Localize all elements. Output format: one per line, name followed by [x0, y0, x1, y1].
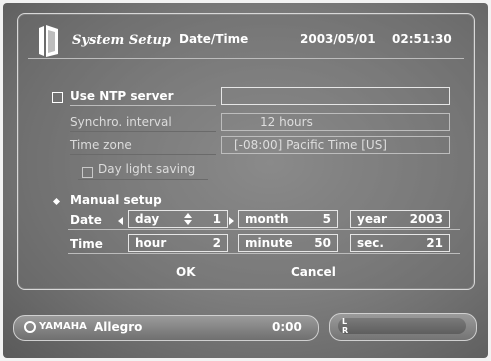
daylight-underline	[78, 179, 208, 180]
current-time: 02:51:30	[392, 32, 452, 46]
date-right-arrow-icon[interactable]	[229, 217, 234, 225]
timezone-underline	[70, 154, 216, 155]
date-label: Date	[70, 213, 102, 227]
month-field[interactable]: month 5	[238, 210, 338, 228]
synchro-underline	[70, 131, 216, 132]
day-field[interactable]: day 1	[128, 210, 228, 228]
daylight-saving-checkbox[interactable]	[82, 167, 93, 178]
cancel-button[interactable]: Cancel	[291, 265, 336, 279]
meter-left-label: L	[342, 317, 348, 326]
time-row-underline	[68, 253, 460, 254]
current-date: 2003/05/01	[300, 32, 376, 46]
year-field[interactable]: year 2003	[350, 210, 450, 228]
screen: System Setup Date/Time 2003/05/01 02:51:…	[3, 3, 488, 358]
now-playing-bar: YAMAHA Allegro 0:00	[13, 315, 319, 341]
synchro-interval-field[interactable]: 12 hours	[221, 113, 450, 131]
time-zone-label: Time zone	[70, 138, 132, 152]
page-title: Date/Time	[179, 32, 249, 46]
sec-field[interactable]: sec. 21	[350, 234, 450, 252]
ntp-server-field[interactable]	[221, 87, 450, 105]
sec-key: sec.	[357, 236, 384, 250]
track-title: Allegro	[94, 320, 143, 334]
level-meter-track	[338, 318, 466, 334]
day-value: 1	[212, 212, 221, 226]
month-value: 5	[322, 212, 331, 226]
yamaha-brand: YAMAHA	[39, 321, 87, 332]
manual-setup-label[interactable]: Manual setup	[70, 193, 162, 207]
time-zone-field[interactable]: [-08:00] Pacific Time [US]	[221, 136, 450, 154]
minute-field[interactable]: minute 50	[238, 234, 338, 252]
date-left-arrow-icon[interactable]	[118, 217, 123, 225]
yamaha-emblem-icon	[24, 321, 36, 333]
daylight-saving-label: Day light saving	[98, 162, 196, 176]
hour-key: hour	[135, 236, 167, 250]
level-meter: L R	[329, 313, 477, 341]
menu-brand: System Setup	[72, 33, 172, 48]
minute-value: 50	[314, 236, 331, 250]
use-ntp-checkbox[interactable]	[52, 92, 63, 103]
header-divider	[28, 58, 464, 59]
sec-value: 21	[426, 236, 443, 250]
yamaha-player-logo-icon	[39, 25, 58, 57]
manual-setup-bullet-icon	[52, 197, 61, 206]
year-value: 2003	[409, 212, 443, 226]
time-zone-value: [-08:00] Pacific Time [US]	[234, 138, 387, 152]
hour-value: 2	[212, 236, 221, 250]
ntp-underline	[70, 105, 216, 106]
minute-key: minute	[245, 236, 293, 250]
meter-right-label: R	[342, 326, 349, 335]
elapsed-time: 0:00	[272, 320, 302, 334]
synchro-interval-label: Synchro. interval	[70, 115, 172, 129]
use-ntp-label: Use NTP server	[70, 89, 174, 103]
level-meter-labels: L R	[342, 317, 348, 335]
hour-field[interactable]: hour 2	[128, 234, 228, 252]
synchro-interval-value: 12 hours	[260, 115, 313, 129]
month-key: month	[245, 212, 289, 226]
day-key: day	[135, 212, 160, 226]
year-key: year	[357, 212, 387, 226]
day-updown-icon[interactable]	[184, 213, 192, 225]
date-row-underline	[68, 229, 460, 230]
time-label: Time	[70, 237, 103, 251]
system-setup-panel: System Setup Date/Time 2003/05/01 02:51:…	[17, 13, 475, 290]
ok-button[interactable]: OK	[176, 265, 196, 279]
